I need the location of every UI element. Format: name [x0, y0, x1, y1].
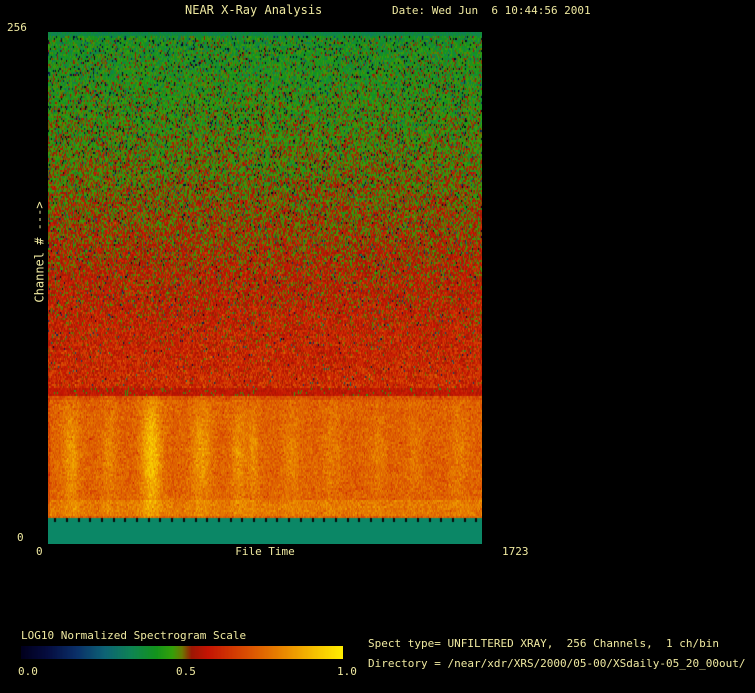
colorbar-tick-mid: 0.5 [176, 665, 196, 678]
colorbar-title: LOG10 Normalized Spectrogram Scale [21, 629, 247, 642]
y-axis-tick-min: 0 [17, 531, 24, 544]
xray-analysis-window: NEAR X-Ray Analysis Date: Wed Jun 6 10:4… [0, 0, 755, 693]
spect-type-info: Spect type= UNFILTERED XRAY, 256 Channel… [368, 637, 719, 650]
x-axis-tick-min: 0 [36, 545, 43, 558]
spectrogram-image [48, 32, 482, 544]
directory-info: Directory = /near/xdr/XRS/2000/05-00/XSd… [368, 657, 746, 670]
colorbar-gradient [21, 646, 343, 659]
y-axis-tick-max: 256 [7, 21, 27, 34]
colorbar-tick-max: 1.0 [337, 665, 357, 678]
y-axis-label: Channel # ---> [32, 201, 47, 303]
plot-date: Date: Wed Jun 6 10:44:56 2001 [392, 4, 591, 17]
x-axis-tick-max: 1723 [502, 545, 529, 558]
colorbar-tick-min: 0.0 [18, 665, 38, 678]
x-axis-label: File Time [235, 545, 295, 558]
plot-title: NEAR X-Ray Analysis [185, 3, 323, 17]
